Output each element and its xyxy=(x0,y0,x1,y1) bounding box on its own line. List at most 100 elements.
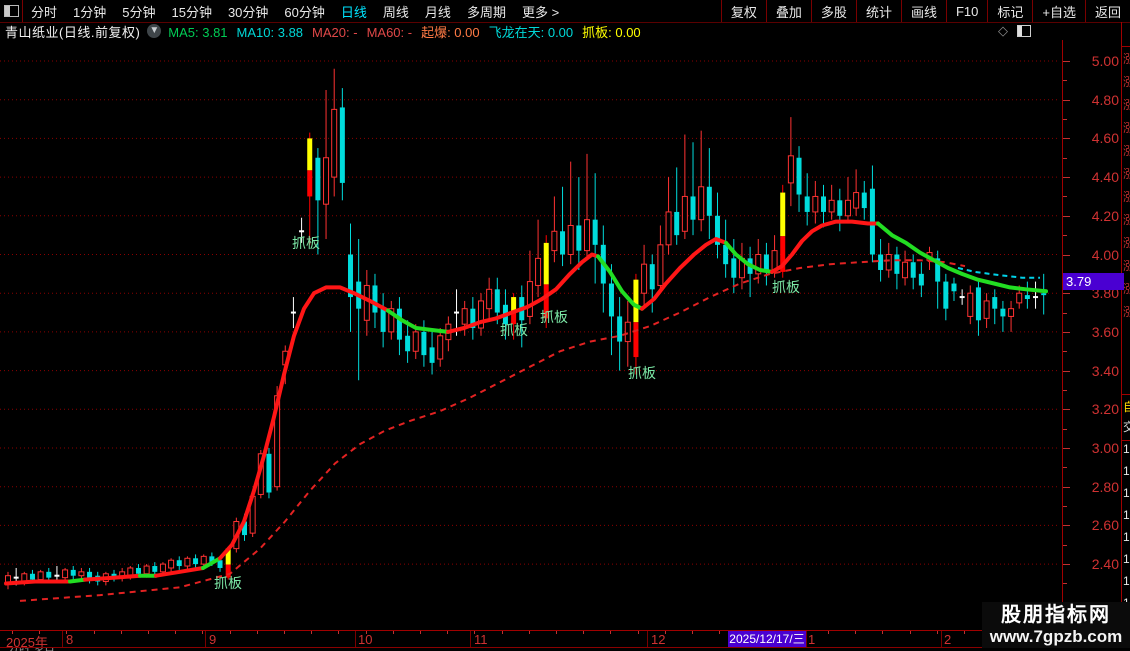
svg-text:抓板: 抓板 xyxy=(772,279,800,295)
price-label: 4.40 xyxy=(1091,169,1119,186)
toolbar-button-0[interactable]: 复权 xyxy=(720,0,766,22)
period-tab-6[interactable]: 日线 xyxy=(333,2,375,21)
sliver-char: 涨 xyxy=(1123,280,1130,297)
svg-text:抓板: 抓板 xyxy=(540,309,568,325)
price-tick xyxy=(1063,370,1070,372)
period-tab-2[interactable]: 5分钟 xyxy=(114,2,163,21)
price-label: 3.60 xyxy=(1091,323,1119,340)
sliver-char: 自 xyxy=(1123,398,1130,415)
price-minor-tick xyxy=(1063,196,1067,198)
sliver-number: 1 xyxy=(1123,552,1130,566)
time-tick xyxy=(257,631,258,634)
period-tab-7[interactable]: 周线 xyxy=(375,2,417,21)
toolbar-button-2[interactable]: 多股 xyxy=(810,0,856,22)
price-minor-tick xyxy=(1063,235,1067,237)
bottom-clipped-row: 分时 多日 + xyxy=(0,647,1130,651)
price-tick xyxy=(1063,331,1070,333)
month-divider xyxy=(205,631,206,648)
window-icon[interactable] xyxy=(1017,25,1031,37)
indicator-6: 抓板: 0.00 xyxy=(582,24,641,40)
price-label: 3.20 xyxy=(1091,401,1119,418)
toolbar-button-7[interactable]: +自选 xyxy=(1032,0,1085,22)
clipped-right-panel: 涨涨涨涨涨涨涨涨涨涨涨涨自交11111111 xyxy=(1121,22,1130,650)
sliver-char: 涨 xyxy=(1123,234,1130,251)
period-tab-5[interactable]: 60分钟 xyxy=(276,2,332,21)
watermark-site-name: 股朋指标网 xyxy=(1001,604,1111,626)
price-tick xyxy=(1063,254,1070,256)
time-axis: 2025/12/17/三 2025年 8 9 10 11 12 1 2 xyxy=(0,630,1122,650)
price-tick xyxy=(1063,409,1070,411)
price-tick xyxy=(1063,486,1070,488)
price-tick xyxy=(1063,177,1070,179)
price-label: 4.80 xyxy=(1091,91,1119,108)
time-tick xyxy=(502,631,503,634)
sliver-char: 涨 xyxy=(1123,188,1130,205)
svg-text:抓板: 抓板 xyxy=(214,575,242,591)
sliver-char: 涨 xyxy=(1123,50,1130,67)
diamond-icon[interactable]: ◇ xyxy=(998,23,1008,39)
time-tick xyxy=(964,631,965,634)
time-tick xyxy=(311,631,312,634)
time-tick xyxy=(420,631,421,634)
watermark-box: 股朋指标网 www.7gpzb.com xyxy=(982,602,1130,648)
period-tab-4[interactable]: 30分钟 xyxy=(220,2,276,21)
time-tick xyxy=(148,631,149,634)
svg-text:抓板: 抓板 xyxy=(292,235,320,251)
sliver-char: 交 xyxy=(1123,418,1130,435)
price-minor-tick xyxy=(1063,351,1067,353)
sliver-number: 1 xyxy=(1123,508,1130,522)
price-minor-tick xyxy=(1063,389,1067,391)
price-minor-tick xyxy=(1063,312,1067,314)
period-tab-1[interactable]: 1分钟 xyxy=(65,2,114,21)
toolbar-button-6[interactable]: 标记 xyxy=(987,0,1032,22)
price-label: 4.60 xyxy=(1091,130,1119,147)
time-label-7: 2 xyxy=(944,632,952,647)
candlestick-chart[interactable]: 抓板 抓板 抓板 抓板 抓板 抓板 xyxy=(0,40,1060,630)
period-tab-3[interactable]: 15分钟 xyxy=(163,2,219,21)
indicator-values: MA5: 3.81 MA10: 3.88 MA20: - MA60: - 起爆: 0.0… xyxy=(168,22,649,41)
window-layout-icon xyxy=(3,5,19,17)
price-label: 2.60 xyxy=(1091,517,1119,534)
toolbar-button-5[interactable]: F10 xyxy=(945,0,987,22)
chart-header: 青山纸业(日线.前复权) ▼ MA5: 3.81 MA10: 3.88 MA20: … xyxy=(0,22,1130,40)
price-label: 2.80 xyxy=(1091,478,1119,495)
chevron-down-icon[interactable]: ▼ xyxy=(147,24,162,38)
sliver-number: 1 xyxy=(1123,486,1130,500)
time-tick xyxy=(94,631,95,634)
time-label-4: 11 xyxy=(474,632,488,647)
price-label: 4.00 xyxy=(1091,246,1119,263)
time-tick xyxy=(610,631,611,634)
toolbar-button-3[interactable]: 统计 xyxy=(855,0,901,22)
time-tick xyxy=(556,631,557,634)
toolbar-button-8[interactable]: 返回 xyxy=(1084,0,1130,22)
month-divider xyxy=(355,631,356,648)
indicator-3: MA60: - xyxy=(366,24,413,40)
indicator-2: MA20: - xyxy=(312,24,358,40)
sliver-number: 1 xyxy=(1123,574,1130,588)
period-tab-0[interactable]: 分时 xyxy=(23,2,65,21)
sliver-char: 涨 xyxy=(1123,96,1130,113)
indicator-1: MA10: 3.88 xyxy=(236,24,304,40)
period-tab-8[interactable]: 月线 xyxy=(417,2,459,21)
stock-title: 青山纸业(日线.前复权) xyxy=(5,24,141,40)
sliver-char: 涨 xyxy=(1123,165,1130,182)
sliver-char: 涨 xyxy=(1123,119,1130,136)
layout-icon-button[interactable] xyxy=(0,0,23,22)
toolbar-button-1[interactable]: 叠加 xyxy=(765,0,811,22)
price-minor-tick xyxy=(1063,544,1067,546)
month-divider xyxy=(470,631,471,648)
time-tick xyxy=(855,631,856,634)
sliver-number: 1 xyxy=(1123,530,1130,544)
price-axis: 3.79 5.00 4.80 4.60 4.40 4.20 4.00 3.80 3.60 3.4… xyxy=(1062,40,1124,630)
price-label: 5.00 xyxy=(1091,53,1119,69)
period-tab-10[interactable]: 更多 > xyxy=(514,2,567,21)
price-minor-tick xyxy=(1063,467,1067,469)
time-tick xyxy=(937,631,938,634)
price-tick xyxy=(1063,293,1070,295)
time-label-3: 10 xyxy=(358,632,373,647)
toolbar-button-4[interactable]: 画线 xyxy=(900,0,946,22)
sliver-char: 涨 xyxy=(1123,303,1130,320)
price-minor-tick xyxy=(1063,157,1067,159)
period-tab-9[interactable]: 多周期 xyxy=(459,2,514,21)
month-divider xyxy=(62,631,63,648)
